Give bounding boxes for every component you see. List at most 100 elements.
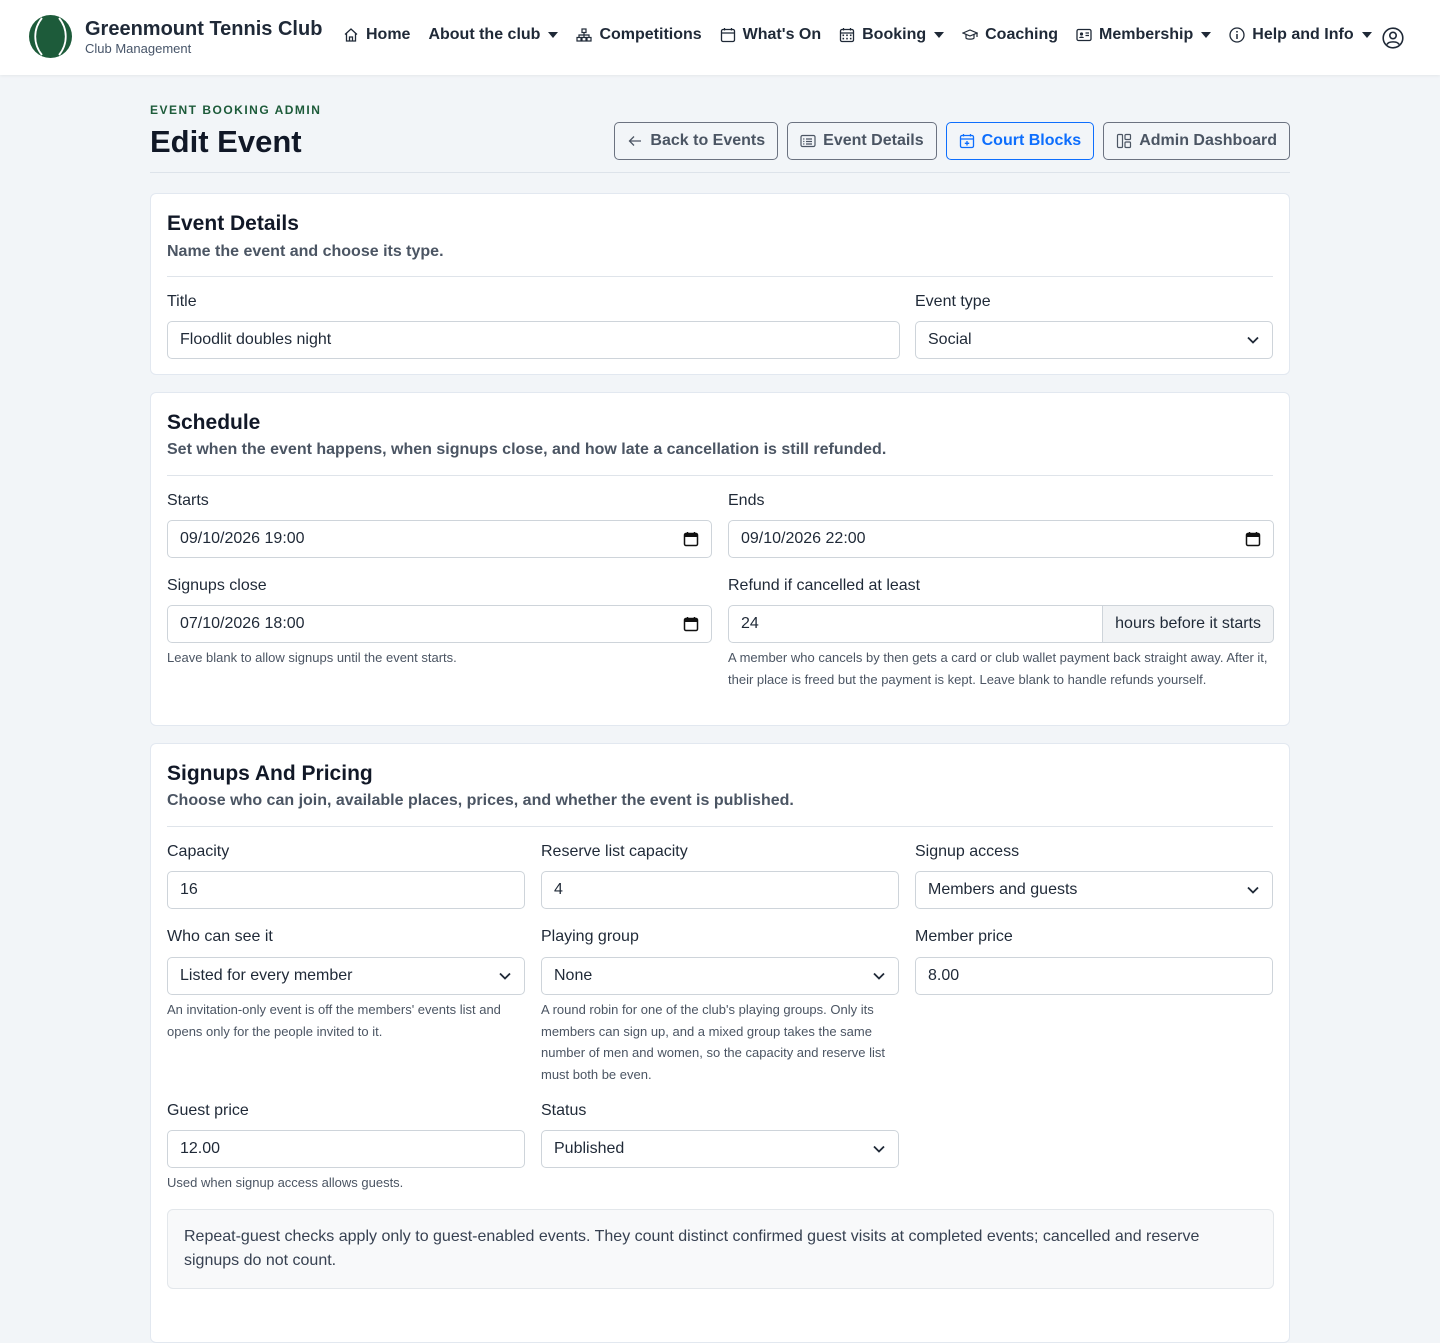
divider: [167, 276, 1273, 277]
card-list-icon: [800, 134, 816, 148]
calendar-icon[interactable]: [1245, 531, 1261, 547]
reserve-capacity-input[interactable]: 4: [541, 871, 899, 909]
nav-competitions-label: Competitions: [599, 26, 702, 43]
event-details-label: Event Details: [823, 132, 924, 149]
back-to-events-button[interactable]: Back to Events: [614, 122, 779, 160]
card-subtitle: Choose who can join, available places, p…: [167, 792, 794, 809]
nav-home-label: Home: [366, 26, 411, 43]
calendar-icon[interactable]: [683, 616, 699, 632]
court-blocks-label: Court Blocks: [981, 132, 1082, 149]
starts-value: 09/10/2026 19:00: [180, 530, 305, 547]
member-price-value: 8.00: [928, 967, 960, 984]
playing-group-select[interactable]: None: [541, 957, 899, 995]
capacity-label: Capacity: [167, 843, 230, 860]
playing-group-help: A round robin for one of the club's play…: [541, 1002, 885, 1082]
signup-access-select[interactable]: Members and guests: [915, 871, 1273, 909]
refund-hours-group: 24 hours before it starts: [728, 605, 1274, 643]
card-title: Signups And Pricing: [167, 762, 373, 785]
signups-close-value: 07/10/2026 18:00: [180, 615, 305, 632]
event-details-button[interactable]: Event Details: [787, 122, 937, 160]
signups-pricing-card: Signups And Pricing Choose who can join,…: [150, 743, 1290, 1343]
ends-value: 09/10/2026 22:00: [741, 530, 866, 547]
visibility-help: An invitation-only event is off the memb…: [167, 1002, 501, 1039]
visibility-value: Listed for every member: [180, 967, 353, 984]
starts-datetime-input[interactable]: 09/10/2026 19:00: [167, 520, 712, 558]
chevron-down-icon: [1247, 336, 1259, 344]
admin-dashboard-label: Admin Dashboard: [1139, 132, 1277, 149]
status-select[interactable]: Published: [541, 1130, 899, 1168]
schedule-card: Schedule Set when the event happens, whe…: [150, 392, 1290, 726]
court-blocks-button[interactable]: Court Blocks: [945, 122, 1095, 160]
card-title: Schedule: [167, 411, 261, 434]
signups-close-datetime-input[interactable]: 07/10/2026 18:00: [167, 605, 712, 643]
guest-price-value: 12.00: [180, 1140, 221, 1157]
home-icon: [344, 28, 358, 42]
account-icon[interactable]: [1382, 27, 1404, 49]
nav-home[interactable]: Home: [343, 26, 410, 44]
header-actions: Back to Events Event Details Court Block…: [605, 122, 1290, 160]
page-title: Edit Event: [150, 124, 302, 159]
chevron-down-icon: [499, 972, 511, 980]
event-type-value: Social: [928, 331, 972, 348]
info-icon: [1229, 27, 1245, 43]
page-eyebrow: EVENT BOOKING ADMIN: [150, 103, 322, 117]
capacity-input[interactable]: 16: [167, 871, 525, 909]
nav-coaching[interactable]: Coaching: [962, 26, 1058, 44]
reserve-capacity-label: Reserve list capacity: [541, 843, 688, 860]
member-price-input[interactable]: 8.00: [915, 957, 1273, 995]
caret-down-icon: [548, 32, 559, 38]
chevron-down-icon: [873, 1145, 885, 1153]
nav-about[interactable]: About the club: [428, 26, 559, 44]
refund-hours-addon: hours before it starts: [1103, 605, 1274, 643]
guest-price-help: Used when signup access allows guests.: [167, 1175, 404, 1190]
mortarboard-icon: [962, 29, 979, 40]
divider: [167, 826, 1273, 827]
back-to-events-label: Back to Events: [650, 132, 766, 149]
ends-label: Ends: [728, 492, 765, 509]
nav-competitions[interactable]: Competitions: [576, 26, 702, 44]
sitemap-icon: [576, 28, 593, 42]
admin-dashboard-button[interactable]: Admin Dashboard: [1103, 122, 1290, 160]
nav-whats-on-label: What's On: [742, 26, 822, 43]
nav-whats-on[interactable]: What's On: [720, 26, 821, 44]
calendar-icon[interactable]: [683, 531, 699, 547]
nav-booking[interactable]: Booking: [839, 26, 945, 44]
playing-group-value: None: [554, 967, 593, 984]
title-input[interactable]: Floodlit doubles night: [167, 321, 900, 359]
nav-help-label: Help and Info: [1252, 26, 1354, 43]
guest-price-input[interactable]: 12.00: [167, 1130, 525, 1168]
refund-hours-input[interactable]: 24: [728, 605, 1104, 643]
caret-down-icon: [1201, 32, 1212, 38]
nav-help[interactable]: Help and Info: [1229, 26, 1372, 44]
calendar-icon: [720, 28, 735, 43]
chevron-down-icon: [873, 972, 885, 980]
nav-membership[interactable]: Membership: [1076, 26, 1212, 44]
nav-coaching-label: Coaching: [985, 26, 1059, 43]
title-value: Floodlit doubles night: [180, 331, 332, 348]
page-header: EVENT BOOKING ADMIN Edit Event Back to E…: [150, 100, 1290, 173]
signup-access-value: Members and guests: [928, 881, 1078, 898]
guest-price-label: Guest price: [167, 1102, 249, 1119]
status-label: Status: [541, 1102, 587, 1119]
brand-subtitle: Club Management: [85, 40, 192, 56]
event-details-card: Event Details Name the event and choose …: [150, 193, 1290, 375]
nav-about-label: About the club: [428, 26, 541, 43]
chevron-down-icon: [1247, 886, 1259, 894]
repeat-guest-notice: Repeat-guest checks apply only to guest-…: [167, 1209, 1274, 1289]
visibility-select[interactable]: Listed for every member: [167, 957, 525, 995]
card-subtitle: Set when the event happens, when signups…: [167, 441, 887, 458]
visibility-label: Who can see it: [167, 928, 273, 945]
tennis-ball-logo: [29, 15, 72, 58]
signup-access-label: Signup access: [915, 843, 1020, 860]
signups-close-help: Leave blank to allow signups until the e…: [167, 650, 457, 665]
ends-datetime-input[interactable]: 09/10/2026 22:00: [728, 520, 1274, 558]
event-type-select[interactable]: Social: [915, 321, 1273, 359]
caret-down-icon: [1361, 32, 1372, 38]
starts-label: Starts: [167, 492, 209, 509]
brand[interactable]: Greenmount Tennis Club Club Management: [29, 15, 322, 58]
divider: [167, 475, 1273, 476]
brand-name: Greenmount Tennis Club: [85, 17, 323, 40]
caret-down-icon: [934, 32, 945, 38]
capacity-value: 16: [180, 881, 198, 898]
top-navbar: Greenmount Tennis Club Club Management H…: [0, 0, 1440, 75]
